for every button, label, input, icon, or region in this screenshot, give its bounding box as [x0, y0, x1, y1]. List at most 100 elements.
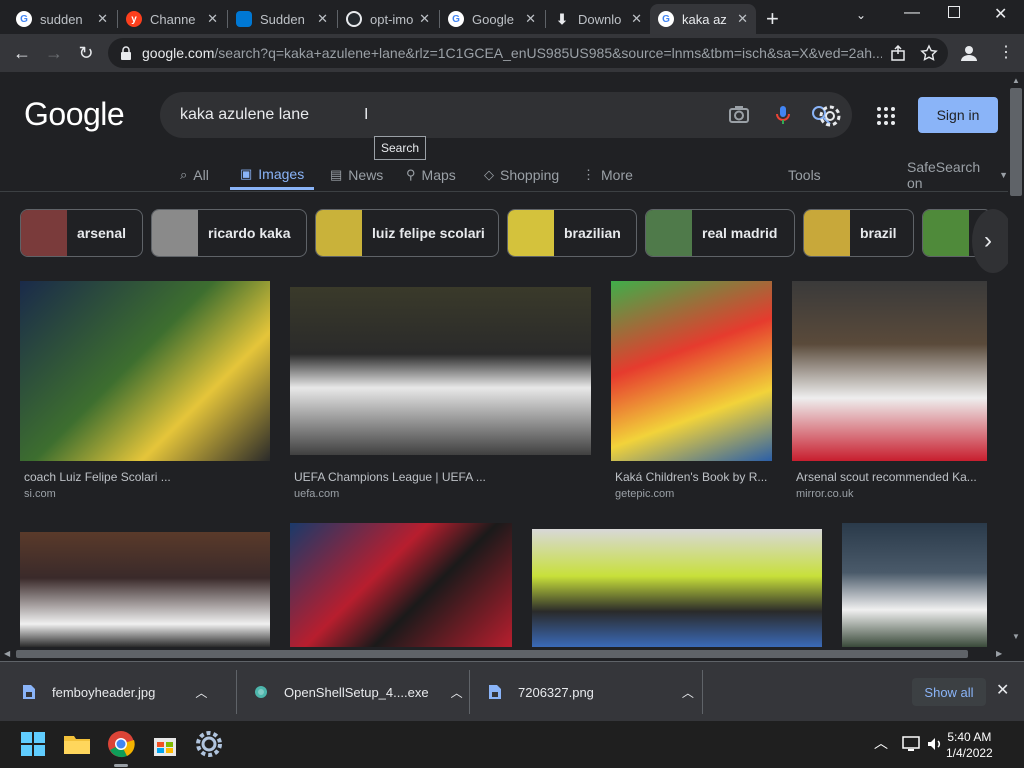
- tab-search-button[interactable]: ⌄: [856, 8, 866, 22]
- close-icon[interactable]: ✕: [97, 11, 108, 27]
- show-all-button[interactable]: Show all: [912, 678, 986, 706]
- horizontal-scrollbar[interactable]: ◀ ▶: [0, 647, 1008, 661]
- chevron-up-icon[interactable]: ︿: [451, 684, 463, 701]
- tab-more[interactable]: ⋮ More: [582, 160, 633, 190]
- microphone-icon[interactable]: [772, 104, 794, 126]
- clock-date: 1/4/2022: [946, 746, 993, 760]
- search-input[interactable]: kaka azulene lane: [180, 106, 309, 124]
- browser-tab-3[interactable]: Sudden ✕: [228, 4, 336, 34]
- tab-all[interactable]: ⌕ All: [180, 160, 209, 190]
- scroll-left-icon[interactable]: ◀: [4, 649, 10, 658]
- browser-tab-2[interactable]: y Channe ✕: [118, 4, 226, 34]
- browser-tab-6[interactable]: ⬇ Downlo ✕: [546, 4, 650, 34]
- file-explorer-icon[interactable]: [62, 729, 92, 759]
- result-image[interactable]: [290, 287, 591, 455]
- close-icon[interactable]: ✕: [317, 11, 328, 27]
- url-text: google.com/search?q=kaka+azulene+lane&rl…: [142, 45, 882, 61]
- result-caption[interactable]: UEFA Champions League | UEFA ...: [294, 470, 590, 484]
- close-icon[interactable]: ✕: [525, 11, 536, 27]
- result-image[interactable]: [290, 523, 512, 647]
- download-item[interactable]: femboyheader.jpg ︿: [22, 662, 207, 722]
- browser-tab-4[interactable]: opt-imo ✕: [338, 4, 438, 34]
- reload-button[interactable]: ↻: [72, 39, 100, 67]
- chip-luiz-felipe-scolari[interactable]: luiz felipe scolari: [315, 209, 499, 257]
- result-image[interactable]: [611, 281, 772, 461]
- chip-brazilian[interactable]: brazilian: [507, 209, 637, 257]
- sign-in-button[interactable]: Sign in: [918, 97, 998, 133]
- chevron-up-icon[interactable]: ︿: [682, 684, 694, 701]
- new-tab-button[interactable]: +: [766, 6, 779, 32]
- camera-icon[interactable]: [728, 104, 750, 126]
- volume-icon[interactable]: [926, 736, 944, 752]
- result-image[interactable]: [20, 281, 270, 461]
- vertical-scrollbar[interactable]: ▲ ▼: [1008, 72, 1024, 647]
- chevron-up-icon[interactable]: ︿: [874, 733, 888, 753]
- chevron-right-icon[interactable]: ›: [972, 209, 1008, 273]
- star-icon[interactable]: [920, 44, 938, 62]
- close-icon[interactable]: ✕: [737, 11, 748, 27]
- scrollbar-thumb[interactable]: [16, 650, 968, 658]
- result-image[interactable]: [20, 532, 270, 647]
- restore-button[interactable]: [948, 6, 960, 18]
- result-image[interactable]: [842, 523, 987, 647]
- result-caption[interactable]: coach Luiz Felipe Scolari ...: [24, 470, 270, 484]
- chip-brazil[interactable]: brazil: [803, 209, 914, 257]
- display-icon[interactable]: [902, 736, 920, 752]
- browser-tab-5[interactable]: G Google ✕: [440, 4, 544, 34]
- chip-label: real madrid: [702, 225, 778, 241]
- active-app-indicator: [114, 764, 128, 767]
- close-window-button[interactable]: ✕: [994, 4, 1007, 24]
- tab-title: Channe: [150, 11, 196, 27]
- windows-start-icon[interactable]: [18, 729, 48, 759]
- chrome-icon[interactable]: [106, 729, 136, 759]
- google-logo[interactable]: Google: [24, 96, 125, 133]
- menu-icon[interactable]: ⋮: [998, 42, 1014, 62]
- tab-label: All: [193, 167, 209, 183]
- forward-button[interactable]: →: [40, 39, 68, 67]
- back-button[interactable]: ←: [8, 39, 36, 67]
- tab-maps[interactable]: ⚲ Maps: [406, 160, 456, 190]
- search-box[interactable]: kaka azulene lane I: [160, 92, 852, 138]
- chip-arsenal[interactable]: arsenal: [20, 209, 143, 257]
- scroll-down-icon[interactable]: ▼: [1012, 632, 1020, 641]
- lock-icon: [121, 46, 131, 60]
- download-filename: 7206327.png: [518, 684, 594, 700]
- share-icon[interactable]: [890, 45, 906, 61]
- settings-gear-icon[interactable]: [194, 729, 224, 759]
- minimize-button[interactable]: —: [904, 4, 920, 22]
- close-icon[interactable]: ✕: [207, 11, 218, 27]
- tab-shopping[interactable]: ◇ Shopping: [484, 160, 559, 190]
- browser-tab-active[interactable]: G kaka az ✕: [650, 4, 756, 34]
- clock[interactable]: 5:40 AM 1/4/2022: [946, 729, 993, 761]
- chip-ricardo-kaka[interactable]: ricardo kaka: [151, 209, 307, 257]
- clock-time: 5:40 AM: [947, 730, 992, 744]
- chip-real-madrid[interactable]: real madrid: [645, 209, 795, 257]
- scrollbar-thumb[interactable]: [1010, 88, 1022, 196]
- result-image[interactable]: [792, 281, 987, 461]
- profile-icon[interactable]: [960, 44, 978, 62]
- settings-gear-icon[interactable]: [818, 104, 842, 128]
- download-item[interactable]: OpenShellSetup_4....exe ︿: [254, 662, 463, 722]
- tab-title: opt-imo: [370, 11, 414, 27]
- download-item[interactable]: 7206327.png ︿: [488, 662, 694, 722]
- omnibox[interactable]: google.com/search?q=kaka+azulene+lane&rl…: [108, 38, 948, 68]
- chip-label: brazilian: [564, 225, 621, 241]
- chip-label: brazil: [860, 225, 897, 241]
- result-caption[interactable]: Kaká Children's Book by R...: [615, 470, 771, 484]
- scroll-up-icon[interactable]: ▲: [1012, 76, 1020, 85]
- safesearch-toggle[interactable]: SafeSearch on ▼: [907, 159, 1008, 191]
- chevron-up-icon[interactable]: ︿: [195, 684, 207, 701]
- result-image[interactable]: [532, 529, 822, 647]
- close-icon[interactable]: ✕: [631, 11, 642, 27]
- tools-button[interactable]: Tools: [788, 160, 821, 190]
- close-icon[interactable]: ✕: [419, 11, 430, 27]
- downloads-bar: femboyheader.jpg ︿ OpenShellSetup_4....e…: [0, 661, 1024, 721]
- store-icon[interactable]: [150, 729, 180, 759]
- result-caption[interactable]: Arsenal scout recommended Ka...: [796, 470, 986, 484]
- scroll-right-icon[interactable]: ▶: [996, 649, 1002, 658]
- browser-tab-1[interactable]: G sudden ✕: [8, 4, 116, 34]
- apps-grid-icon[interactable]: [876, 106, 896, 126]
- close-icon[interactable]: ✕: [996, 680, 1009, 700]
- tab-images[interactable]: ▣ Images: [230, 160, 315, 190]
- tab-news[interactable]: ▤ News: [330, 160, 383, 190]
